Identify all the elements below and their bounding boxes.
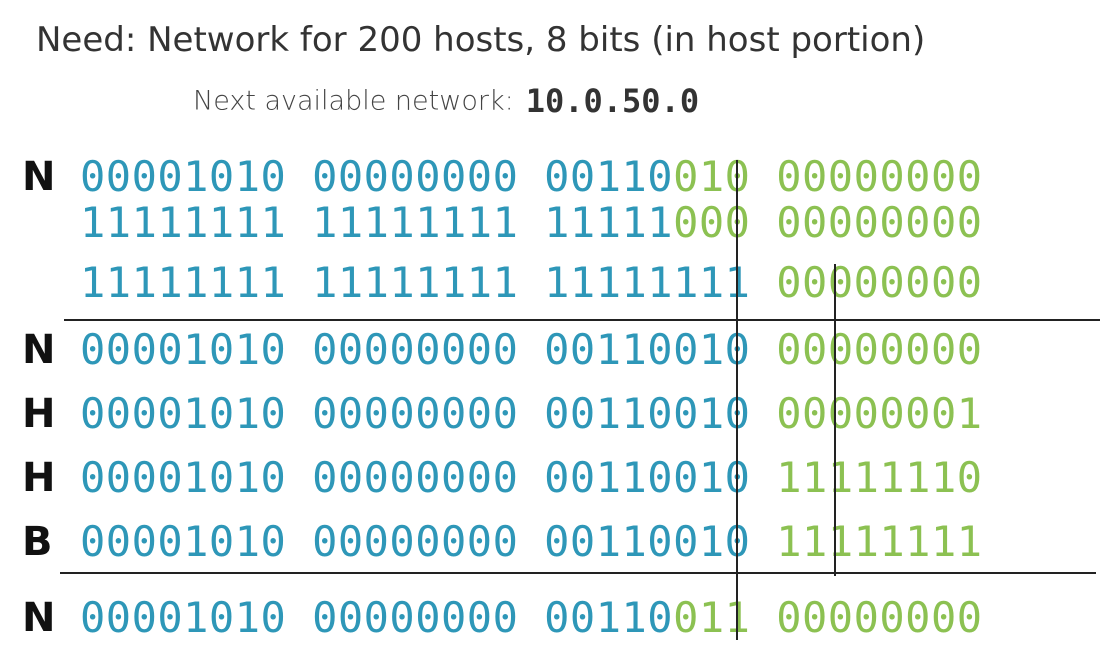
host-bits: 11111111 bbox=[776, 517, 983, 566]
network-bits: 00001010 00000000 00110010 bbox=[80, 453, 751, 502]
binary-row: 00001010 00000000 00110010 00000000 bbox=[80, 152, 983, 202]
network-bits: 00001010 00000000 00110010 bbox=[80, 325, 751, 374]
subnet-boundary-line bbox=[736, 160, 738, 640]
host-bits: 000 00000000 bbox=[673, 198, 983, 247]
host-bits: 00000001 bbox=[776, 389, 983, 438]
page-title: Need: Network for 200 hosts, 8 bits (in … bbox=[36, 20, 926, 60]
network-bits: 00001010 00000000 00110 bbox=[80, 152, 674, 201]
octet-boundary-line bbox=[834, 264, 836, 576]
network-bits: 00001010 00000000 00110 bbox=[80, 593, 674, 642]
subnet-mask-row: 11111111 11111111 11111000 00000000 bbox=[80, 198, 983, 248]
next-available-address: 10.0.50.0 bbox=[525, 82, 700, 120]
network-bits: 00001010 00000000 00110010 bbox=[80, 389, 751, 438]
divider-line bbox=[60, 572, 1096, 574]
host-bits: 010 00000000 bbox=[673, 152, 983, 201]
next-available-label: Next available network: bbox=[193, 85, 514, 117]
row-label: H bbox=[22, 391, 56, 437]
network-bits: 11111111 11111111 11111111 bbox=[80, 258, 751, 307]
next-available-network: Next available network: 10.0.50.0 bbox=[193, 82, 699, 120]
network-bits: 11111111 11111111 11111 bbox=[80, 198, 674, 247]
host-bits: 00000000 bbox=[776, 325, 983, 374]
host-bits: 00000000 bbox=[776, 258, 983, 307]
row-label: N bbox=[22, 327, 56, 373]
row-label: N bbox=[22, 154, 56, 200]
binary-row: 00001010 00000000 00110010 00000000 bbox=[80, 325, 983, 375]
binary-row: 00001010 00000000 00110010 00000001 bbox=[80, 389, 983, 439]
subnet-mask-row: 11111111 11111111 11111111 00000000 bbox=[80, 258, 983, 308]
binary-row: 00001010 00000000 00110010 11111110 bbox=[80, 453, 983, 503]
network-bits: 00001010 00000000 00110010 bbox=[80, 517, 751, 566]
row-label: N bbox=[22, 595, 56, 641]
row-label: B bbox=[22, 519, 53, 565]
binary-row: 00001010 00000000 00110011 00000000 bbox=[80, 593, 983, 643]
row-label: H bbox=[22, 455, 56, 501]
host-bits: 11111110 bbox=[776, 453, 983, 502]
binary-row: 00001010 00000000 00110010 11111111 bbox=[80, 517, 983, 567]
divider-line bbox=[64, 319, 1100, 321]
host-bits: 011 00000000 bbox=[673, 593, 983, 642]
